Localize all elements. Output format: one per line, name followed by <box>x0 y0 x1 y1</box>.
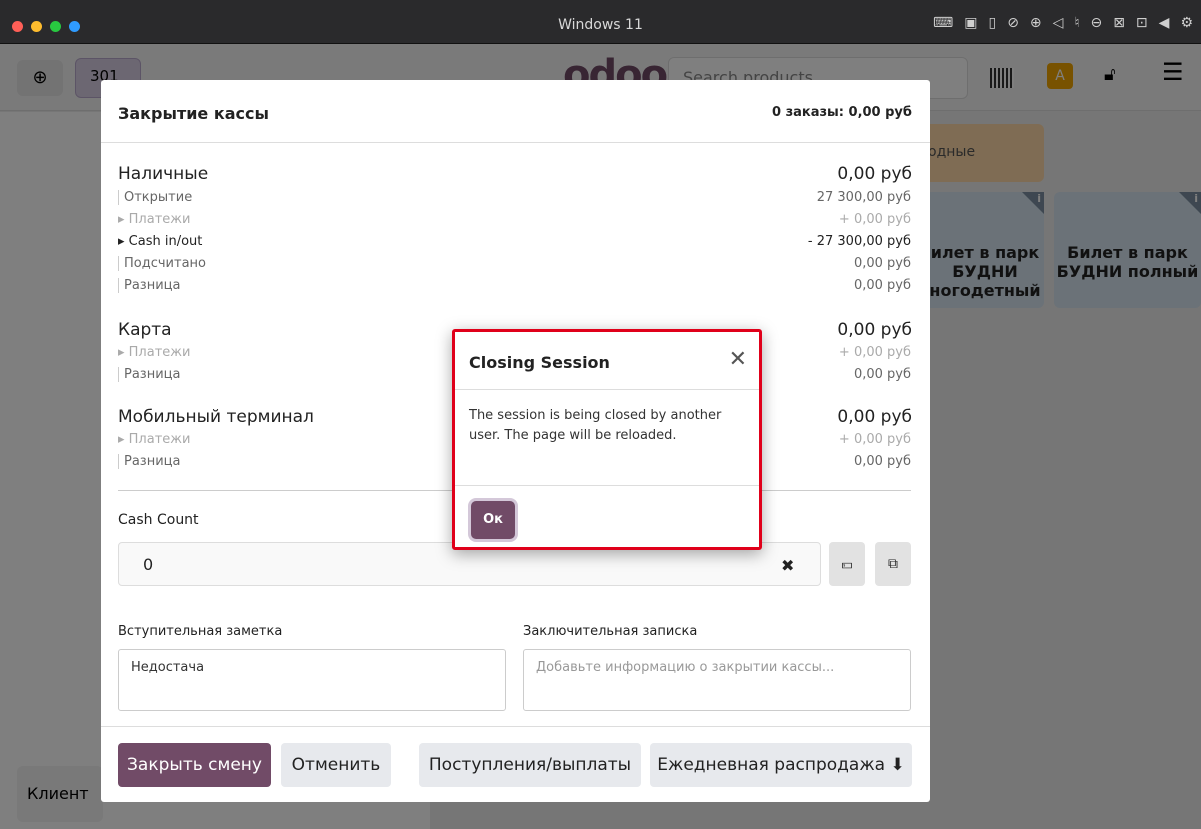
alert-message: The session is being closed by another u… <box>469 408 722 443</box>
daily-sale-button[interactable]: Ежедневная распродажа ⬇ <box>650 743 912 787</box>
cash-counted-row: Подсчитано 0,00 руб <box>118 254 911 276</box>
camera-off-icon[interactable]: ⊠ <box>1113 15 1125 31</box>
payment-method-mobile-title: Мобильный терминал <box>118 407 314 427</box>
row-value: 0,00 руб <box>853 256 911 271</box>
payment-method-card-title: Карта <box>118 320 172 340</box>
mic-off-icon[interactable]: ♮ <box>1074 15 1079 31</box>
copy-button[interactable]: ⧉ <box>875 542 911 586</box>
system-tray: ⌨ ▣ ▯ ⊘ ⊕ ◁ ♮ ⊖ ⊠ ⊡ ◀ ⚙ <box>933 15 1193 31</box>
network-off-icon[interactable]: ⊘ <box>1007 15 1019 31</box>
row-value: 0,00 руб <box>853 278 911 293</box>
alert-header: Closing Session ✕ <box>455 332 759 390</box>
close-shift-button[interactable]: Закрыть смену <box>118 743 271 787</box>
payment-method-mobile-total: 0,00 руб <box>837 407 912 427</box>
payment-method-cash-total: 0,00 руб <box>837 164 912 184</box>
row-value: - 27 300,00 руб <box>807 234 911 249</box>
row-label: Открытие <box>118 190 192 205</box>
alert-footer: Ок <box>455 485 759 547</box>
row-label[interactable]: ▸ Платежи <box>118 212 190 227</box>
row-value: 0,00 руб <box>853 454 911 469</box>
payment-method-card-total: 0,00 руб <box>837 320 912 340</box>
cpu-icon[interactable]: ▣ <box>964 15 977 31</box>
closing-note-textarea[interactable]: Добавьте информацию о закрытии кассы... <box>523 649 911 711</box>
drive-icon[interactable]: ⊖ <box>1090 15 1102 31</box>
row-value: + 0,00 руб <box>838 432 911 447</box>
globe-icon[interactable]: ⊕ <box>1030 15 1042 31</box>
row-value: 27 300,00 руб <box>816 190 911 205</box>
screen-share-icon[interactable]: ⊡ <box>1136 15 1148 31</box>
row-label: Разница <box>118 278 180 293</box>
cash-payments-row[interactable]: ▸ Платежи + 0,00 руб <box>118 210 911 232</box>
cash-count-label: Cash Count <box>118 512 199 528</box>
money-details-button[interactable]: 💵︎ <box>829 542 865 586</box>
closing-note-label: Заключительная записка <box>523 624 698 639</box>
keyboard-icon[interactable]: ⌨ <box>933 15 953 31</box>
cash-difference-row: Разница 0,00 руб <box>118 276 911 298</box>
row-label[interactable]: ▸ Платежи <box>118 345 190 360</box>
closing-dialog-title: Закрытие кассы <box>118 104 269 123</box>
gear-icon[interactable]: ⚙ <box>1180 15 1193 31</box>
alert-title: Closing Session <box>469 353 610 372</box>
row-value: + 0,00 руб <box>838 212 911 227</box>
closing-session-alert: Closing Session ✕ The session is being c… <box>452 329 762 550</box>
row-label: Разница <box>118 454 180 469</box>
closing-dialog-footer: Закрыть смену Отменить Поступления/выпла… <box>101 726 930 802</box>
ok-button[interactable]: Ок <box>471 501 515 539</box>
payment-method-cash-title: Наличные <box>118 164 209 184</box>
opening-note-label: Вступительная заметка <box>118 624 283 639</box>
closing-dialog-header: Закрытие кассы 0 заказы: 0,00 руб <box>101 80 930 143</box>
cash-opening-row: Открытие 27 300,00 руб <box>118 188 911 210</box>
cash-in-out-row[interactable]: ▸ Cash in/out - 27 300,00 руб <box>118 232 911 254</box>
cancel-button[interactable]: Отменить <box>281 743 391 787</box>
row-label: Разница <box>118 367 180 382</box>
row-label[interactable]: ▸ Платежи <box>118 432 190 447</box>
close-icon[interactable]: ✕ <box>729 347 747 372</box>
usb-icon[interactable]: ▯ <box>988 15 996 31</box>
row-label[interactable]: ▸ Cash in/out <box>118 234 202 249</box>
opening-note-textarea[interactable]: Недостача <box>118 649 506 711</box>
row-value: + 0,00 руб <box>838 345 911 360</box>
cash-in-out-button[interactable]: Поступления/выплаты <box>419 743 641 787</box>
clear-icon[interactable]: ✖ <box>781 556 794 575</box>
speaker-icon[interactable]: ◁ <box>1053 15 1064 31</box>
row-label: Подсчитано <box>118 256 206 271</box>
window-titlebar: Windows 11 ⌨ ▣ ▯ ⊘ ⊕ ◁ ♮ ⊖ ⊠ ⊡ ◀ ⚙ <box>0 0 1201 44</box>
row-value: 0,00 руб <box>853 367 911 382</box>
arrow-left-icon[interactable]: ◀ <box>1159 15 1170 31</box>
orders-summary: 0 заказы: 0,00 руб <box>772 105 912 120</box>
